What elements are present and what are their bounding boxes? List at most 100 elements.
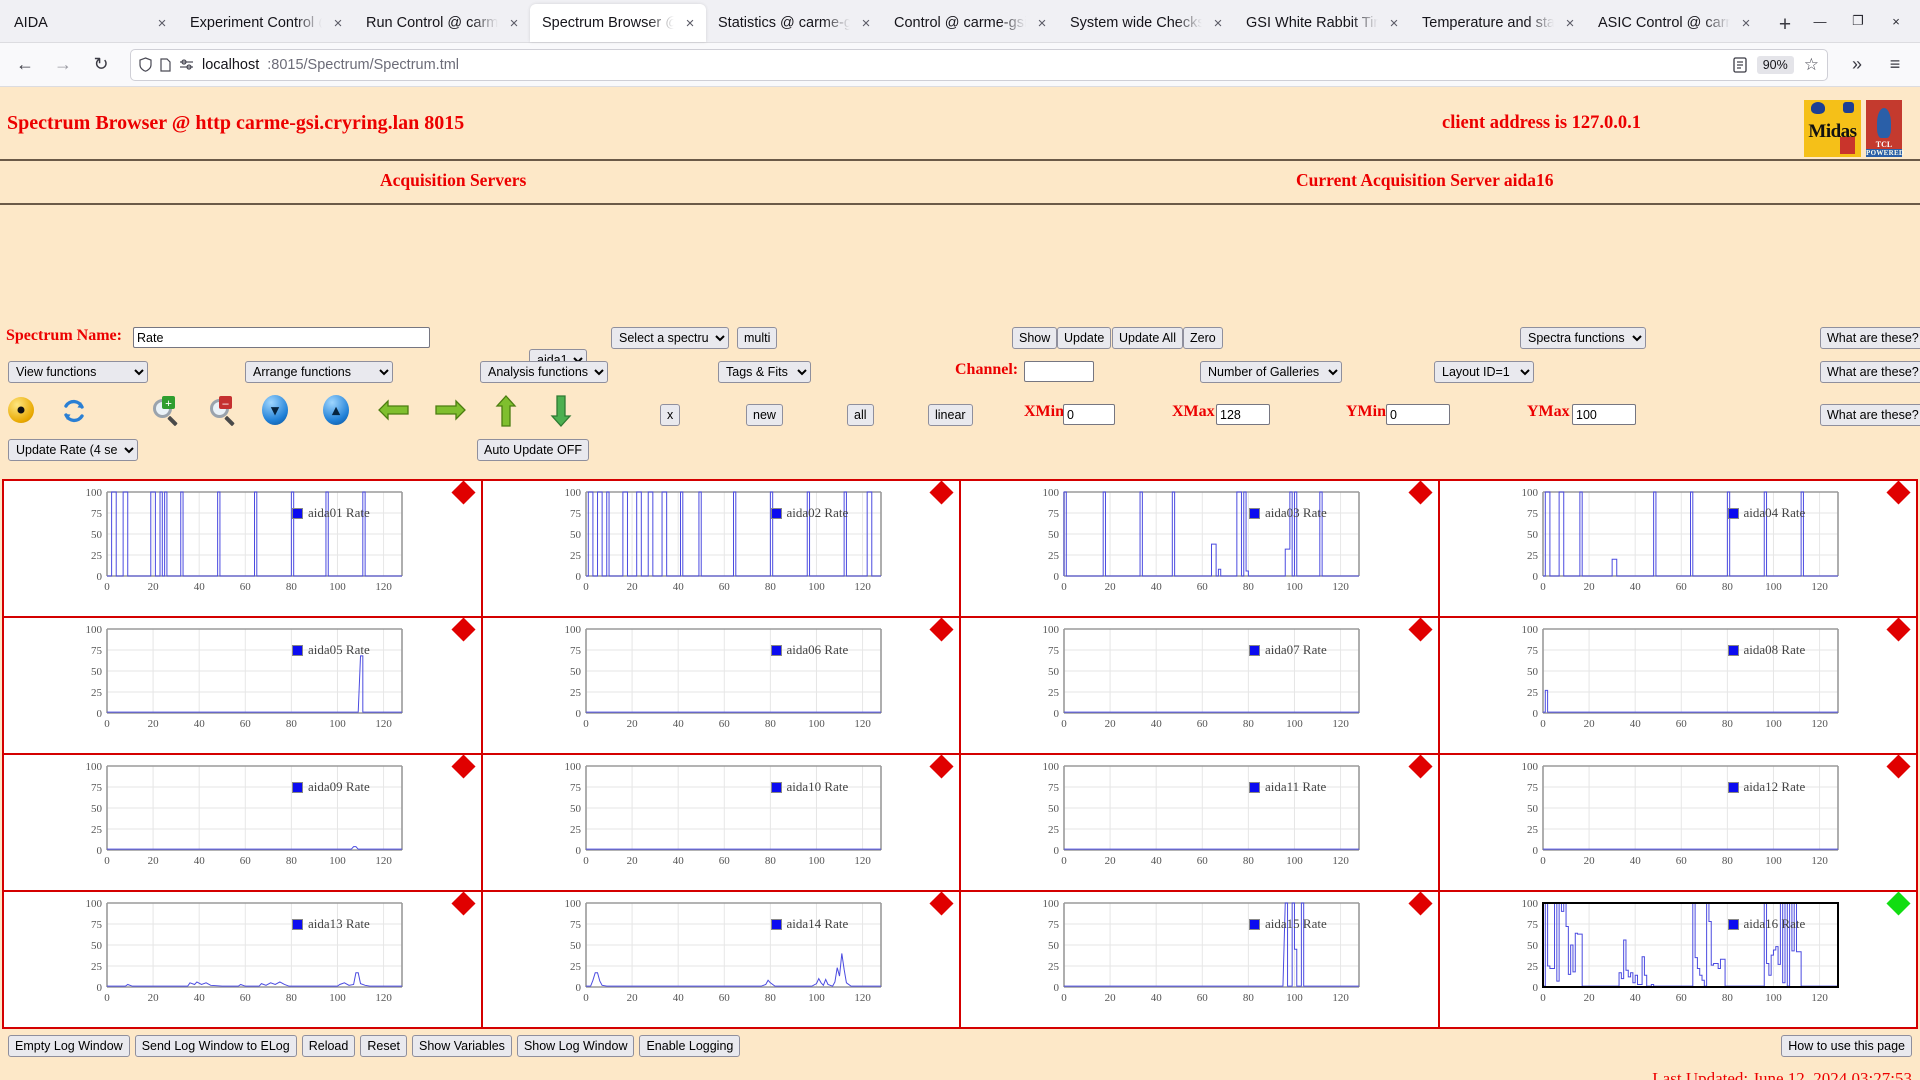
x-button[interactable]: x bbox=[660, 404, 681, 426]
number-of-galleries-dropdown[interactable]: Number of Galleries bbox=[1200, 361, 1342, 383]
spectrum-plot[interactable]: 0 25 50 75 100 0 20 40 60 80 100 120 bbox=[483, 618, 962, 755]
zoom-in-icon[interactable]: + bbox=[153, 396, 183, 429]
spectra-functions-dropdown[interactable]: Spectra functions bbox=[1520, 327, 1646, 349]
spectrum-plot[interactable]: 0 25 50 75 100 0 20 40 60 80 100 120 bbox=[961, 892, 1440, 1029]
new-button[interactable]: new bbox=[746, 404, 783, 426]
reload-icon[interactable]: ↻ bbox=[84, 48, 118, 82]
spectrum-panel-aida11[interactable]: 0 25 50 75 100 0 20 40 60 80 100 120 aida11 Rate bbox=[959, 753, 1440, 892]
overflow-icon[interactable]: » bbox=[1840, 48, 1874, 82]
spectrum-plot[interactable]: 0 25 50 75 100 0 20 40 60 80 100 120 bbox=[483, 755, 962, 892]
ymin-input[interactable] bbox=[1386, 404, 1450, 425]
browser-tab[interactable]: System wide Checks ( × bbox=[1058, 4, 1234, 42]
spectrum-plot[interactable]: 0 25 50 75 100 0 20 40 60 80 100 120 bbox=[1440, 618, 1919, 755]
arrow-left-icon[interactable] bbox=[377, 399, 409, 429]
spectrum-plot[interactable]: 0 25 50 75 100 0 20 40 60 80 100 120 bbox=[4, 755, 483, 892]
spectrum-panel-aida12[interactable]: 0 25 50 75 100 0 20 40 60 80 100 120 aida12 Rate bbox=[1437, 753, 1919, 892]
spectrum-panel-aida05[interactable]: 0 25 50 75 100 0 20 40 60 80 100 120 aida05 Rate bbox=[2, 616, 483, 755]
what-are-these-button-3[interactable]: What are these? bbox=[1820, 404, 1920, 426]
spectrum-panel-aida10[interactable]: 0 25 50 75 100 0 20 40 60 80 100 120 aida10 Rate bbox=[480, 753, 962, 892]
arrow-up-icon[interactable] bbox=[495, 395, 525, 427]
browser-tab[interactable]: ASIC Control @ carm × bbox=[1586, 4, 1762, 42]
close-window-icon[interactable]: × bbox=[1878, 8, 1914, 34]
xmin-input[interactable] bbox=[1063, 404, 1115, 425]
all-button[interactable]: all bbox=[847, 404, 874, 426]
empty-log-window-button[interactable]: Empty Log Window bbox=[8, 1035, 130, 1057]
ymax-input[interactable] bbox=[1572, 404, 1636, 425]
what-are-these-button-2[interactable]: What are these? bbox=[1820, 361, 1920, 383]
spectrum-plot[interactable]: 0 25 50 75 100 0 20 40 60 80 100 120 bbox=[4, 481, 483, 618]
spectrum-panel-aida13[interactable]: 0 25 50 75 100 0 20 40 60 80 100 120 aida13 Rate bbox=[2, 890, 483, 1029]
app-menu-icon[interactable]: ≡ bbox=[1878, 48, 1912, 82]
browser-tab[interactable]: Statistics @ carme-gs × bbox=[706, 4, 882, 42]
close-icon[interactable]: × bbox=[1208, 13, 1228, 33]
browser-tab[interactable]: Experiment Control @ c × bbox=[178, 4, 354, 42]
spectrum-panel-aida03[interactable]: 0 25 50 75 100 0 20 40 60 80 100 120 aida03 Rate bbox=[959, 479, 1440, 618]
linear-button[interactable]: linear bbox=[928, 404, 973, 426]
spectrum-panel-aida06[interactable]: 0 25 50 75 100 0 20 40 60 80 100 120 aida06 Rate bbox=[480, 616, 962, 755]
spectrum-panel-aida02[interactable]: 0 25 50 75 100 0 20 40 60 80 100 120 aida02 Rate bbox=[480, 479, 962, 618]
select-spectrum-dropdown[interactable]: Select a spectrum bbox=[611, 327, 729, 349]
forward-icon[interactable]: → bbox=[46, 48, 80, 82]
what-are-these-button-1[interactable]: What are these? bbox=[1820, 327, 1920, 349]
close-icon[interactable]: × bbox=[1032, 13, 1052, 33]
close-icon[interactable]: × bbox=[152, 13, 172, 33]
update-all-button[interactable]: Update All bbox=[1112, 327, 1183, 349]
back-icon[interactable]: ← bbox=[8, 48, 42, 82]
radiation-icon[interactable] bbox=[8, 397, 38, 427]
spectrum-plot[interactable]: 0 25 50 75 100 0 20 40 60 80 100 120 bbox=[483, 892, 962, 1029]
multi-button[interactable]: multi bbox=[737, 327, 778, 349]
close-icon[interactable]: × bbox=[328, 13, 348, 33]
show-button[interactable]: Show bbox=[1012, 327, 1058, 349]
zoom-out-icon[interactable]: – bbox=[210, 396, 240, 429]
close-icon[interactable]: × bbox=[1560, 13, 1580, 33]
bookmark-star-icon[interactable]: ☆ bbox=[1804, 55, 1819, 75]
close-icon[interactable]: × bbox=[504, 13, 524, 33]
arrange-functions-dropdown[interactable]: Arrange functions bbox=[245, 361, 393, 383]
browser-tab-active[interactable]: Spectrum Browser @ × bbox=[530, 4, 706, 42]
address-bar[interactable]: localhost:8015/Spectrum/Spectrum.tml 90%… bbox=[130, 48, 1828, 81]
spectrum-plot[interactable]: 0 25 50 75 100 0 20 40 60 80 100 120 bbox=[4, 892, 483, 1029]
spectrum-plot[interactable]: 0 25 50 75 100 0 20 40 60 80 100 120 bbox=[483, 481, 962, 618]
spectrum-panel-aida14[interactable]: 0 25 50 75 100 0 20 40 60 80 100 120 aida14 Rate bbox=[480, 890, 962, 1029]
refresh-icon[interactable] bbox=[60, 397, 90, 427]
spectrum-plot[interactable]: 0 25 50 75 100 0 20 40 60 80 100 120 bbox=[4, 618, 483, 755]
zoom-level-indicator[interactable]: 90% bbox=[1756, 55, 1794, 74]
view-functions-dropdown[interactable]: View functions bbox=[8, 361, 148, 383]
update-button[interactable]: Update bbox=[1057, 327, 1112, 349]
close-icon[interactable]: × bbox=[1736, 13, 1756, 33]
browser-tab[interactable]: Run Control @ carme- × bbox=[354, 4, 530, 42]
arrow-right-icon[interactable] bbox=[434, 399, 466, 429]
close-icon[interactable]: × bbox=[680, 13, 700, 33]
close-icon[interactable]: × bbox=[1384, 13, 1404, 33]
show-log-window-button[interactable]: Show Log Window bbox=[516, 1035, 635, 1057]
spectrum-panel-aida01[interactable]: 0 25 50 75 100 0 20 40 60 80 100 120 aida01 Rate bbox=[2, 479, 483, 618]
spectrum-panel-aida08[interactable]: 0 25 50 75 100 0 20 40 60 80 100 120 aida08 Rate bbox=[1437, 616, 1919, 755]
how-to-use-this-page-button[interactable]: How to use this page bbox=[1781, 1035, 1912, 1057]
reset-button[interactable]: Reset bbox=[360, 1035, 407, 1057]
zero-button[interactable]: Zero bbox=[1183, 327, 1223, 349]
browser-tab[interactable]: Temperature and stat × bbox=[1410, 4, 1586, 42]
show-variables-button[interactable]: Show Variables bbox=[412, 1035, 512, 1057]
reload-button[interactable]: Reload bbox=[301, 1035, 356, 1057]
spectrum-panel-aida16[interactable]: 0 25 50 75 100 0 20 40 60 80 100 120 aida16 Rate bbox=[1437, 890, 1918, 1029]
layout-id-dropdown[interactable]: Layout ID=1 bbox=[1434, 361, 1534, 383]
arrow-down-icon[interactable] bbox=[550, 395, 580, 427]
browser-tab[interactable]: GSI White Rabbit Tim × bbox=[1234, 4, 1410, 42]
collapse-vertical-icon[interactable]: ▾ bbox=[262, 395, 292, 425]
spectrum-plot[interactable]: 0 25 50 75 100 0 20 40 60 80 100 120 bbox=[1440, 481, 1919, 618]
browser-tab[interactable]: Control @ carme-gsi × bbox=[882, 4, 1058, 42]
tags-and-fits-dropdown[interactable]: Tags & Fits bbox=[718, 361, 811, 383]
reader-mode-icon[interactable] bbox=[1733, 56, 1747, 73]
spectrum-panel-aida04[interactable]: 0 25 50 75 100 0 20 40 60 80 100 120 aida04 Rate bbox=[1437, 479, 1919, 618]
permissions-icon[interactable] bbox=[179, 58, 194, 71]
spectrum-plot[interactable]: 0 25 50 75 100 0 20 40 60 80 100 120 bbox=[1440, 755, 1919, 892]
analysis-functions-dropdown[interactable]: Analysis functions bbox=[480, 361, 608, 383]
spectrum-panel-aida15[interactable]: 0 25 50 75 100 0 20 40 60 80 100 120 aida15 Rate bbox=[959, 890, 1440, 1029]
enable-logging-button[interactable]: Enable Logging bbox=[639, 1035, 741, 1057]
maximize-icon[interactable]: ❐ bbox=[1840, 8, 1876, 34]
browser-tab[interactable]: AIDA × bbox=[2, 4, 178, 42]
spectrum-plot[interactable]: 0 25 50 75 100 0 20 40 60 80 100 120 bbox=[961, 755, 1440, 892]
minimize-icon[interactable]: — bbox=[1802, 8, 1838, 34]
spectrum-plot[interactable]: 0 25 50 75 100 0 20 40 60 80 100 120 bbox=[961, 618, 1440, 755]
expand-vertical-icon[interactable]: ▴ bbox=[323, 395, 353, 425]
